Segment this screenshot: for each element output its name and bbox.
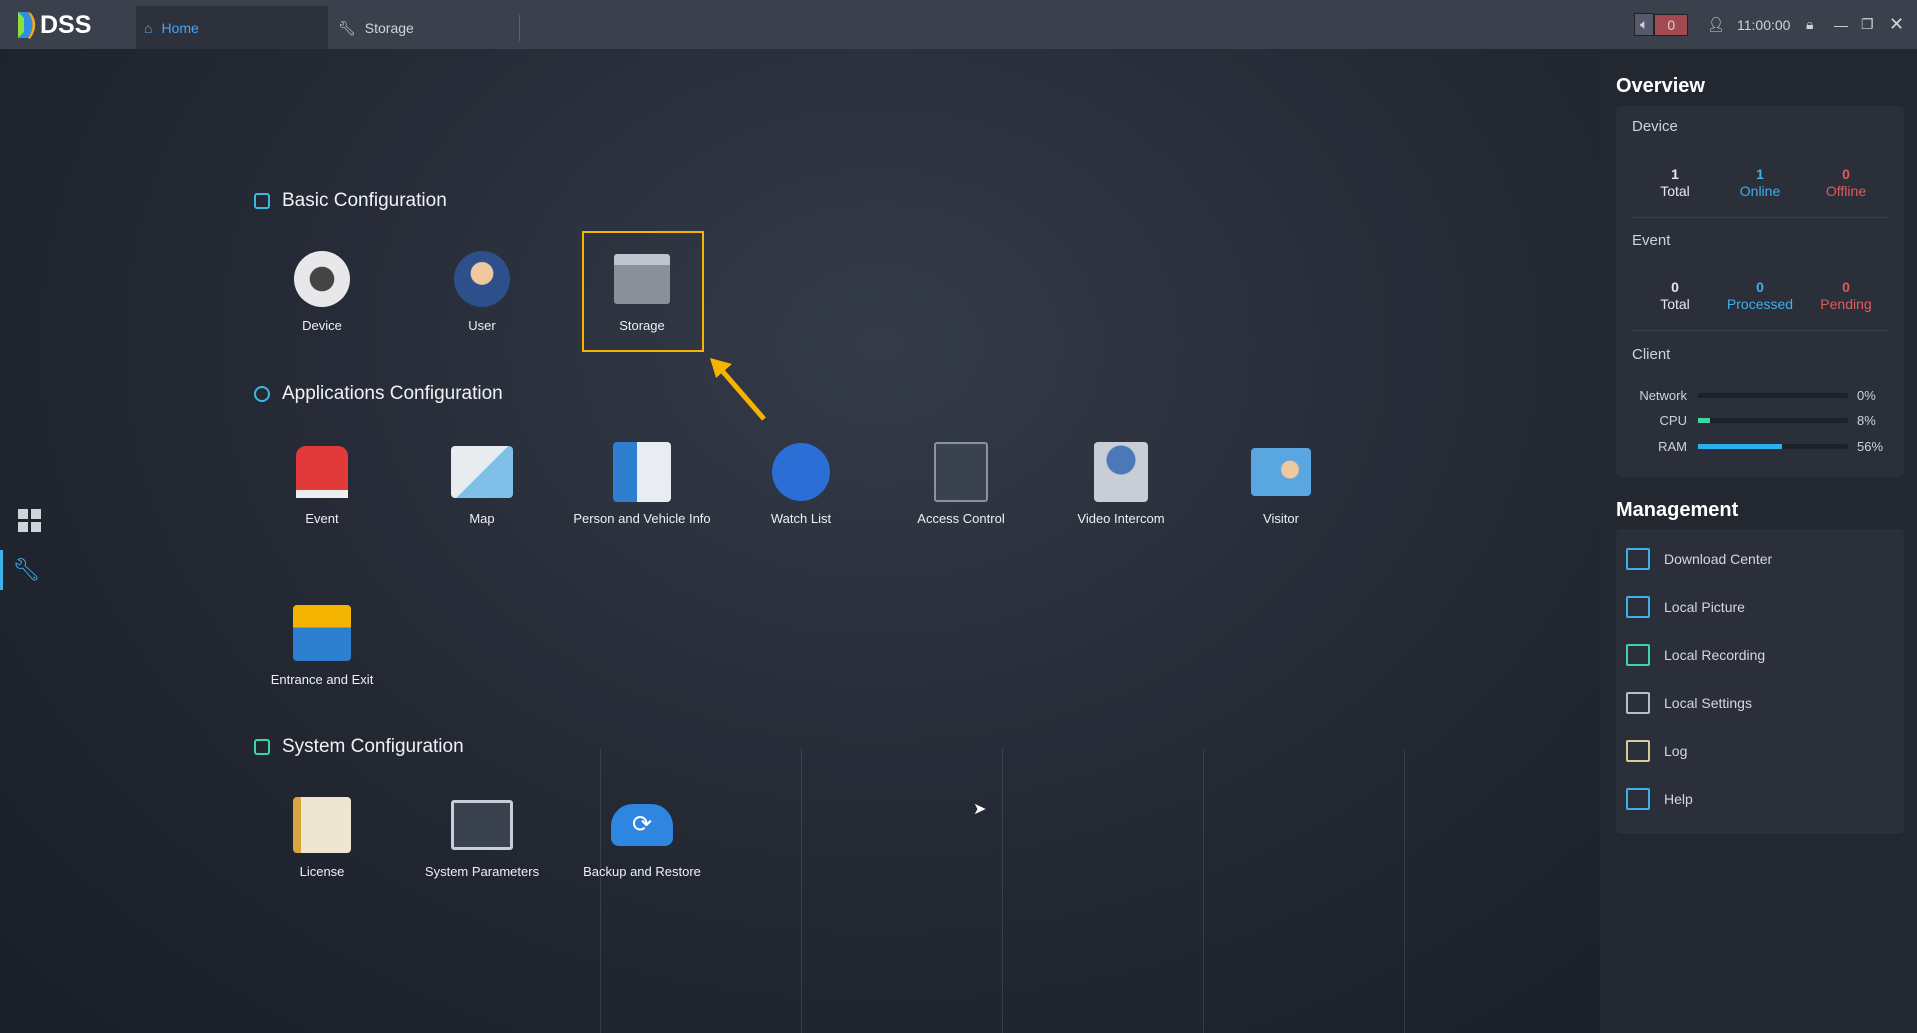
management-card: Download Center Local Picture Local Reco…: [1616, 529, 1904, 834]
help-item[interactable]: Help: [1626, 788, 1693, 810]
divider: [1632, 330, 1888, 331]
tab-storage[interactable]: 🔧︎ Storage: [330, 15, 520, 41]
section-applications-configuration: Applications Configuration: [254, 383, 503, 405]
config-wrench-icon[interactable]: 🔧︎: [0, 550, 50, 590]
picture-icon: [1626, 596, 1650, 618]
event-pending[interactable]: 0 Pending: [1801, 279, 1891, 313]
device-icon: [291, 248, 353, 310]
app-event[interactable]: Event: [247, 441, 397, 526]
app-user[interactable]: User: [407, 248, 557, 333]
intercom-icon: [1090, 441, 1152, 503]
map-icon: [451, 441, 513, 503]
app-entrance-exit[interactable]: Entrance and Exit: [247, 602, 397, 687]
wrench-icon: 🔧︎: [338, 19, 356, 36]
divider: [1632, 217, 1888, 218]
storage-icon: [611, 248, 673, 310]
alarm-button[interactable]: 🔈︎ 0: [1634, 0, 1689, 49]
dss-logo-icon: [18, 12, 36, 39]
home-content: [0, 49, 1600, 1033]
system-icon: [254, 739, 270, 755]
app-icon: [254, 386, 270, 402]
local-recording-item[interactable]: Local Recording: [1626, 644, 1765, 666]
user-icon[interactable]: 👤︎: [1707, 0, 1725, 49]
film-icon: [1626, 644, 1650, 666]
app-video-intercom[interactable]: Video Intercom: [1046, 441, 1196, 526]
section-system-configuration: System Configuration: [254, 736, 464, 758]
access-panel-icon: [930, 441, 992, 503]
event-heading: Event: [1632, 232, 1671, 249]
ram-label: RAM: [1658, 439, 1687, 454]
minimize-button[interactable]: —: [1834, 0, 1848, 49]
app-system-parameters[interactable]: System Parameters: [407, 794, 557, 879]
app-backup-restore[interactable]: ⟳ Backup and Restore: [567, 794, 717, 879]
client-heading: Client: [1632, 346, 1671, 363]
right-panel: Overview Device 1 Total 1 Online 0 Offline …: [1600, 49, 1917, 1033]
watch-list-icon: [770, 441, 832, 503]
close-button[interactable]: ✕: [1889, 0, 1904, 49]
network-value: 0%: [1857, 388, 1876, 403]
log-icon: [1626, 740, 1650, 762]
cpu-label: CPU: [1659, 413, 1687, 428]
alarm-light-icon: [291, 441, 353, 503]
dss-logo: DSS: [16, 10, 91, 40]
speaker-icon: 🔈︎: [1634, 13, 1655, 36]
app-watch-list[interactable]: Watch List: [726, 441, 876, 526]
overview-title: Overview: [1616, 75, 1705, 97]
management-title: Management: [1616, 499, 1739, 521]
help-icon: [1626, 788, 1650, 810]
clock-time: 11:00:00: [1737, 16, 1791, 33]
lock-icon[interactable]: 🔒︎: [1806, 0, 1813, 49]
overview-card: Device 1 Total 1 Online 0 Offline Event 0 To…: [1616, 106, 1904, 477]
title-bar: DSS ⌂ Home 🔧︎ Storage 🔈︎ 0 👤︎ 11:00:00 🔒︎ …: [0, 0, 1917, 49]
ram-value: 56%: [1857, 439, 1884, 454]
monitor-settings-icon: [451, 794, 513, 856]
apps-grid-icon[interactable]: [18, 509, 41, 532]
app-visitor[interactable]: Visitor: [1206, 441, 1356, 526]
mouse-cursor: ➤: [973, 801, 987, 818]
section-basic-configuration: Basic Configuration: [254, 190, 447, 212]
download-icon: [1626, 548, 1650, 570]
home-icon: ⌂: [144, 19, 153, 36]
event-total[interactable]: 0 Total: [1630, 279, 1720, 313]
log-item[interactable]: Log: [1626, 740, 1687, 762]
local-settings-item[interactable]: Local Settings: [1626, 692, 1752, 714]
local-picture-item[interactable]: Local Picture: [1626, 596, 1745, 618]
device-total[interactable]: 1 Total: [1630, 166, 1720, 200]
restore-button[interactable]: ❐: [1861, 0, 1874, 49]
device-offline[interactable]: 0 Offline: [1801, 166, 1891, 200]
app-map[interactable]: Map: [407, 441, 557, 526]
app-storage[interactable]: Storage: [567, 248, 717, 333]
left-rail: 🔧︎: [0, 49, 50, 1033]
app-device[interactable]: Device: [247, 248, 397, 333]
ram-bar: [1698, 444, 1848, 449]
event-processed[interactable]: 0 Processed: [1715, 279, 1805, 313]
user-icon: [451, 248, 513, 310]
ram-bar-fill: [1698, 444, 1782, 449]
pointer-arrow-annotation: [710, 358, 766, 421]
barrier-gate-icon: [291, 602, 353, 664]
device-heading: Device: [1632, 118, 1678, 135]
settings-icon: [1626, 692, 1650, 714]
cloud-sync-icon: ⟳: [611, 794, 673, 856]
app-license[interactable]: License: [247, 794, 397, 879]
cpu-bar: [1698, 418, 1848, 423]
download-center-item[interactable]: Download Center: [1626, 548, 1772, 570]
tab-home[interactable]: ⌂ Home: [136, 6, 328, 49]
license-icon: [291, 794, 353, 856]
app-access-control[interactable]: Access Control: [886, 441, 1036, 526]
monitor-icon: [254, 193, 270, 209]
device-online[interactable]: 1 Online: [1715, 166, 1805, 200]
id-card-icon: [611, 441, 673, 503]
visitor-icon: [1250, 441, 1312, 503]
network-bar: [1698, 393, 1848, 398]
cpu-bar-fill: [1698, 418, 1710, 423]
cpu-value: 8%: [1857, 413, 1876, 428]
network-label: Network: [1639, 388, 1687, 403]
app-person-vehicle-info[interactable]: Person and Vehicle Info: [567, 441, 717, 526]
